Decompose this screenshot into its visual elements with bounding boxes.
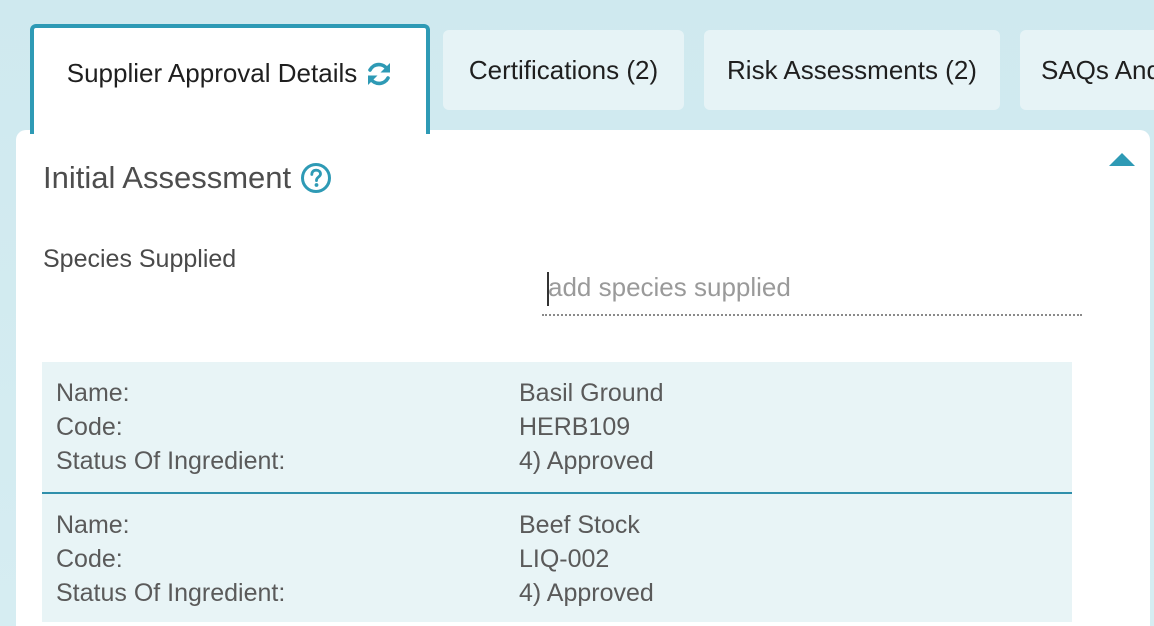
status-row: Status Of Ingredient: 4) Approved [42,576,1072,610]
code-row: Code: LIQ-002 [42,542,1072,576]
section-title: Initial Assessment [43,160,332,196]
list-item: Name: Beef Stock Code: LIQ-002 Status Of… [42,492,1072,622]
tab-supplier-approval-details[interactable]: Supplier Approval Details [30,24,430,134]
tab-label: Certifications (2) [468,54,659,85]
name-label: Name: [56,379,130,407]
list-item: Name: Basil Ground Code: HERB109 Status … [42,362,1072,492]
section-title-text: Initial Assessment [43,160,292,195]
code-label: Code: [56,413,123,441]
code-value: LIQ-002 [519,545,610,573]
name-label: Name: [56,511,130,539]
status-label: Status Of Ingredient: [56,579,286,607]
species-list: Name: Basil Ground Code: HERB109 Status … [42,362,1072,622]
species-supplied-label: Species Supplied [43,245,237,273]
code-row: Code: HERB109 [42,410,1072,444]
app-page: Supplier Approval Details Certifications… [0,0,1154,626]
name-value: Beef Stock [519,511,640,539]
tab-label: Risk Assessments (2) [727,54,977,85]
status-value: 4) Approved [519,579,654,607]
species-supplied-input[interactable] [542,266,1082,316]
tab-certifications[interactable]: Certifications (2) [443,30,684,110]
tab-label: Supplier Approval Details [66,58,358,88]
status-label: Status Of Ingredient: [56,447,286,475]
name-row: Name: Basil Ground [42,376,1072,410]
tab-label: SAQs And [1041,54,1154,85]
help-circle-icon[interactable] [300,162,332,194]
text-cursor [547,272,549,306]
status-row: Status Of Ingredient: 4) Approved [42,444,1072,478]
name-row: Name: Beef Stock [42,508,1072,542]
refresh-icon[interactable] [365,60,393,88]
tab-saqs[interactable]: SAQs And [1020,30,1154,110]
code-value: HERB109 [519,413,631,441]
collapse-up-icon[interactable] [1108,152,1136,168]
tab-risk-assessments[interactable]: Risk Assessments (2) [704,30,1000,110]
status-value: 4) Approved [519,447,654,475]
name-value: Basil Ground [519,379,664,407]
code-label: Code: [56,545,123,573]
